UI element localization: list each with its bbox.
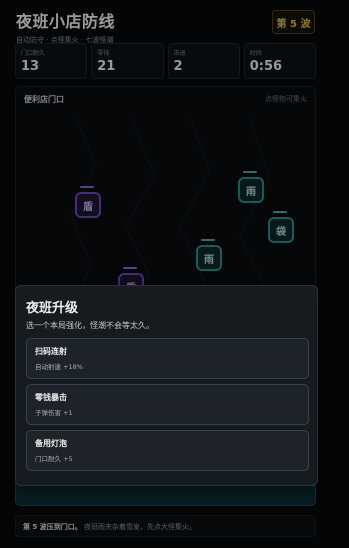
- upgrade-option-bulb[interactable]: 备用灯泡 门口耐久 +5: [26, 430, 309, 471]
- option-effect: 自动射速 +18%: [35, 363, 83, 371]
- option-name: 零钱暴击: [35, 393, 67, 402]
- modal-description: 选一个本局强化，怪潮不会等太久。: [26, 321, 154, 330]
- game-screen: 夜班小店防线 自动防守 · 点怪集火 · 七波怪潮 第 5 波 门口耐久 13 …: [0, 0, 349, 548]
- option-effect: 门口耐久 +5: [35, 455, 73, 463]
- upgrade-modal: 夜班升级 选一个本局强化，怪潮不会等太久。 扫码连射 自动射速 +18% 零钱暴…: [15, 285, 318, 486]
- option-name: 备用灯泡: [35, 439, 67, 448]
- option-effect: 子弹伤害 +1: [35, 409, 73, 417]
- upgrade-option-rapid-fire[interactable]: 扫码连射 自动射速 +18%: [26, 338, 309, 379]
- modal-title: 夜班升级: [26, 301, 79, 316]
- option-name: 扫码连射: [35, 347, 67, 356]
- upgrade-option-crit[interactable]: 零钱暴击 子弹伤害 +1: [26, 384, 309, 425]
